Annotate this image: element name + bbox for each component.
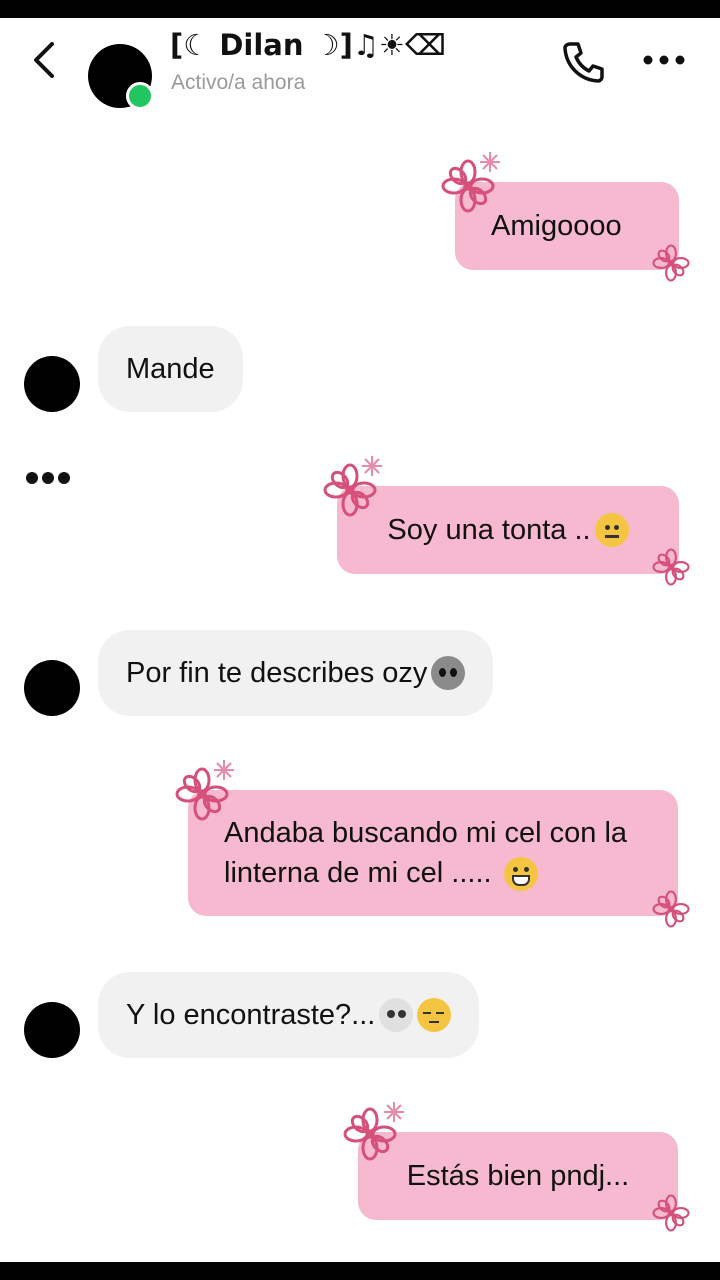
message-text: Estás bien pndj...	[406, 1159, 630, 1192]
neutral-face-icon	[594, 513, 629, 547]
online-indicator	[126, 82, 154, 110]
sparkle-icon	[383, 1101, 405, 1123]
flower-sticker-icon	[652, 890, 690, 928]
phone-icon	[563, 42, 604, 83]
chevron-left-icon	[34, 42, 54, 78]
skull-icon	[379, 998, 414, 1032]
back-button[interactable]	[28, 38, 64, 82]
message-bubble-outgoing[interactable]: Estás bien pndj...	[358, 1132, 678, 1220]
alien-icon	[431, 656, 466, 690]
contact-name[interactable]: [☾ Dilan ☽]♫☀⌫	[170, 28, 446, 62]
contact-avatar-small[interactable]	[24, 1002, 80, 1058]
flower-sticker-icon	[652, 244, 690, 282]
message-text: Andaba buscando mi cel con la linterna d…	[224, 813, 642, 893]
flower-sticker-icon	[652, 548, 690, 586]
typing-indicator	[26, 472, 70, 486]
call-button[interactable]	[560, 38, 608, 86]
navigation-bar	[0, 1262, 720, 1280]
message-bubble-incoming[interactable]: Mande	[98, 326, 243, 412]
message-text: Por fin te describes ozy	[126, 656, 428, 689]
more-horizontal-icon	[643, 55, 685, 65]
contact-avatar-small[interactable]	[24, 356, 80, 412]
more-options-button[interactable]	[640, 48, 688, 72]
message-text: Y lo encontraste?...	[126, 998, 376, 1031]
contact-avatar-small[interactable]	[24, 660, 80, 716]
sparkle-icon	[479, 151, 501, 173]
sparkle-icon	[361, 455, 383, 477]
contact-status: Activo/a ahora	[171, 71, 306, 94]
message-bubble-incoming[interactable]: Por fin te describes ozy	[98, 630, 494, 716]
message-bubble-outgoing[interactable]: Soy una tonta ..	[337, 486, 679, 574]
chat-header: [☾ Dilan ☽]♫☀⌫ Activo/a ahora	[0, 18, 720, 118]
grinning-sweat-icon	[503, 857, 538, 892]
message-text: Amigoooo	[491, 209, 622, 242]
status-bar	[0, 0, 720, 18]
message-text: Soy una tonta ..	[387, 513, 591, 546]
message-bubble-incoming[interactable]: Y lo encontraste?...	[98, 972, 480, 1058]
message-bubble-outgoing[interactable]: Andaba buscando mi cel con la linterna d…	[188, 790, 678, 916]
message-text: Mande	[126, 352, 215, 385]
sparkle-icon	[213, 759, 235, 781]
relieved-face-icon	[417, 998, 452, 1032]
flower-sticker-icon	[652, 1194, 690, 1232]
